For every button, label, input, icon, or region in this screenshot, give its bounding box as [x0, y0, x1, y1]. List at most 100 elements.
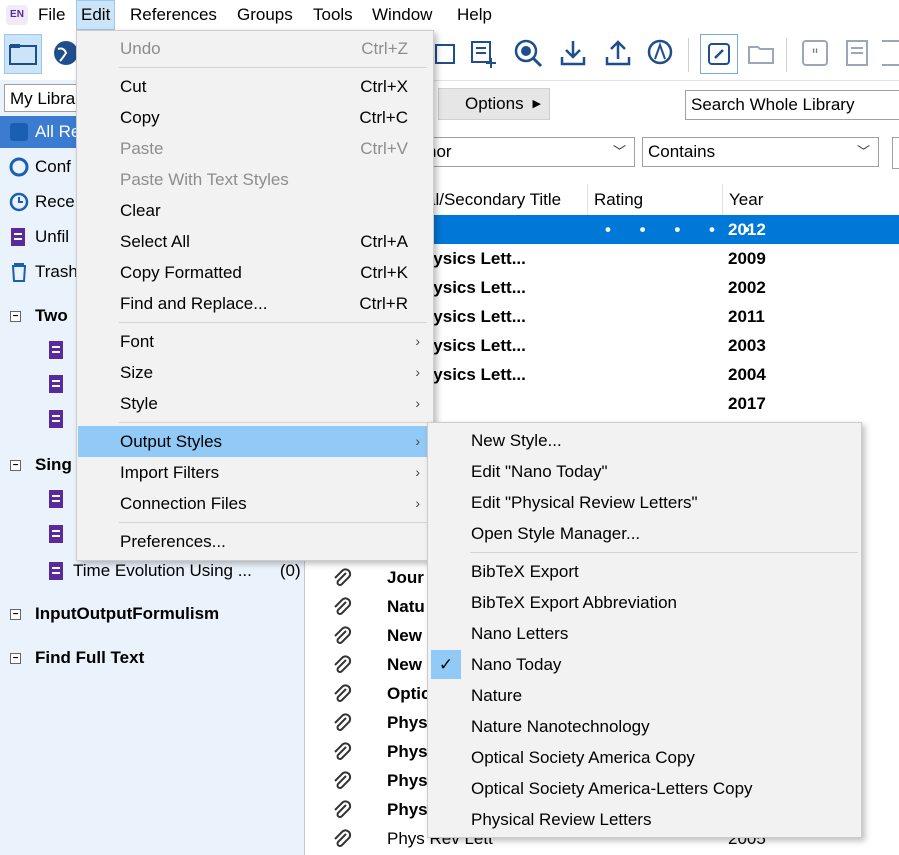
menu-item-connection-files[interactable]: Connection Files ›: [78, 488, 432, 519]
link-icon: [708, 43, 730, 65]
reference-year: 2012: [728, 220, 766, 239]
group-set-input-output[interactable]: − InputOutputFormulism: [10, 601, 219, 627]
shortcut-label: Ctrl+R: [359, 294, 408, 313]
submenu-style-optical-society-america-letters-copy[interactable]: Optical Society America-Letters Copy: [429, 773, 860, 804]
new-reference-button[interactable]: [465, 34, 501, 72]
menu-item-import-filters[interactable]: Import Filters ›: [78, 457, 432, 488]
group-label: Conf: [35, 157, 71, 176]
column-rating[interactable]: Rating: [587, 184, 722, 216]
menu-item-clear[interactable]: Clear: [78, 195, 432, 226]
export-button[interactable]: [600, 34, 636, 72]
search-scope-select[interactable]: Search Whole Library: [685, 90, 899, 120]
group-item[interactable]: [46, 335, 73, 365]
group-recently-added[interactable]: Rece: [8, 187, 75, 217]
submenu-item-edit-prl[interactable]: Edit "Physical Review Letters": [429, 487, 860, 518]
submenu-style-bibtex-export-abbreviation[interactable]: BibTeX Export Abbreviation: [429, 587, 860, 618]
online-search-button[interactable]: [510, 34, 546, 72]
menu-tools[interactable]: Tools: [309, 0, 357, 30]
submenu-item-edit-nano-today[interactable]: Edit "Nano Today": [429, 456, 860, 487]
all-references-icon: [10, 123, 28, 141]
menu-item-style[interactable]: Style ›: [78, 388, 432, 419]
collapse-icon[interactable]: −: [10, 310, 21, 322]
group-item[interactable]: [46, 519, 73, 549]
import-icon: [560, 41, 586, 66]
group-set-sing[interactable]: − Sing: [10, 452, 72, 478]
menu-item-preferences[interactable]: Preferences...: [78, 526, 432, 557]
format-bibliography-button[interactable]: [840, 34, 876, 72]
menu-item-label: Font: [120, 332, 155, 351]
folder-icon: [9, 44, 37, 65]
group-item[interactable]: [46, 484, 73, 514]
menu-window[interactable]: Window: [368, 0, 436, 30]
triangle-right-icon: ▶: [532, 98, 541, 110]
menu-references[interactable]: References: [126, 0, 221, 30]
menu-separator: [119, 67, 427, 68]
menu-item-find-and-replace[interactable]: Find and Replace... Ctrl+R: [78, 288, 432, 319]
group-unfiled[interactable]: Unfil: [8, 222, 69, 252]
shortcut-label: Ctrl+X: [360, 77, 408, 96]
search-options-button[interactable]: Options ▶: [438, 88, 550, 120]
search-term-input[interactable]: [892, 137, 899, 169]
menu-item-label: Connection Files: [120, 494, 247, 513]
online-search-icon: [514, 39, 543, 68]
new-reference-icon: [471, 41, 496, 68]
group-all-references[interactable]: All Re: [8, 117, 80, 147]
submenu-style-nature[interactable]: Nature: [429, 680, 860, 711]
collapse-icon[interactable]: −: [10, 652, 21, 664]
reference-title: Natu: [387, 597, 425, 616]
menu-item-output-styles[interactable]: Output Styles ›: [78, 426, 432, 457]
submenu-style-bibtex-export[interactable]: BibTeX Export: [429, 556, 860, 587]
insert-citation-button[interactable]: ": [797, 34, 833, 72]
search-operator-select[interactable]: Contains ﹀: [642, 137, 879, 167]
column-secondary-title[interactable]: al/Secondary Title: [420, 184, 587, 216]
group-set-two[interactable]: − Two: [10, 303, 68, 329]
collapse-icon[interactable]: −: [10, 459, 21, 471]
reference-title: Optic: [387, 684, 431, 703]
find-full-text-button[interactable]: [643, 34, 679, 72]
search-field-select[interactable]: nor ﹀: [410, 137, 635, 167]
submenu-style-nano-letters[interactable]: Nano Letters: [429, 618, 860, 649]
menu-help[interactable]: Help: [453, 0, 496, 30]
collapse-icon[interactable]: −: [10, 608, 21, 620]
menu-item-label: Nano Letters: [471, 624, 569, 643]
chevron-right-icon: ›: [415, 333, 420, 349]
submenu-style-optical-society-america-copy[interactable]: Optical Society America Copy: [429, 742, 860, 773]
submenu-style-nano-today-checked[interactable]: ✓ Nano Today: [429, 649, 860, 680]
menu-item-paste-with-text-styles[interactable]: Paste With Text Styles: [78, 164, 432, 195]
menu-item-label: Paste With Text Styles: [120, 170, 289, 189]
group-set-label: Find Full Text: [35, 648, 145, 667]
open-file-button[interactable]: [744, 34, 780, 72]
submenu-style-physical-review-letters[interactable]: Physical Review Letters: [429, 804, 860, 835]
menu-item-cut[interactable]: Cut Ctrl+X: [78, 71, 432, 102]
open-link-button[interactable]: [700, 34, 738, 74]
group-configure-sync[interactable]: Conf: [8, 152, 71, 182]
group-trash[interactable]: Trash: [8, 257, 78, 287]
submenu-item-new-style[interactable]: New Style...: [429, 425, 860, 456]
group-item[interactable]: [46, 369, 73, 399]
menu-item-size[interactable]: Size ›: [78, 357, 432, 388]
menu-item-paste[interactable]: Paste Ctrl+V: [78, 133, 432, 164]
group-item[interactable]: [46, 404, 73, 434]
menu-item-copy-formatted[interactable]: Copy Formatted Ctrl+K: [78, 257, 432, 288]
menu-item-undo[interactable]: Undo Ctrl+Z: [78, 33, 432, 64]
group-set-find-full-text[interactable]: − Find Full Text: [10, 645, 144, 671]
group-icon: [49, 562, 63, 580]
import-button[interactable]: [555, 34, 591, 72]
menu-edit[interactable]: Edit: [76, 0, 116, 30]
find-full-text-icon: [647, 39, 673, 65]
menu-file[interactable]: File: [34, 0, 69, 30]
reference-year: 2002: [728, 278, 766, 297]
menu-item-label: Style: [120, 394, 158, 413]
menu-groups[interactable]: Groups: [233, 0, 297, 30]
column-year[interactable]: Year: [722, 184, 899, 216]
word-button[interactable]: [882, 34, 899, 72]
submenu-style-nature-nanotechnology[interactable]: Nature Nanotechnology: [429, 711, 860, 742]
local-library-mode-button[interactable]: [4, 34, 42, 74]
chevron-down-icon: ﹀: [612, 144, 626, 159]
menu-item-font[interactable]: Font ›: [78, 326, 432, 357]
menu-item-select-all[interactable]: Select All Ctrl+A: [78, 226, 432, 257]
menu-item-copy[interactable]: Copy Ctrl+C: [78, 102, 432, 133]
submenu-item-open-style-manager[interactable]: Open Style Manager...: [429, 518, 860, 549]
group-set-label: InputOutputFormulism: [35, 604, 220, 623]
reference-year: 2011: [728, 307, 765, 326]
